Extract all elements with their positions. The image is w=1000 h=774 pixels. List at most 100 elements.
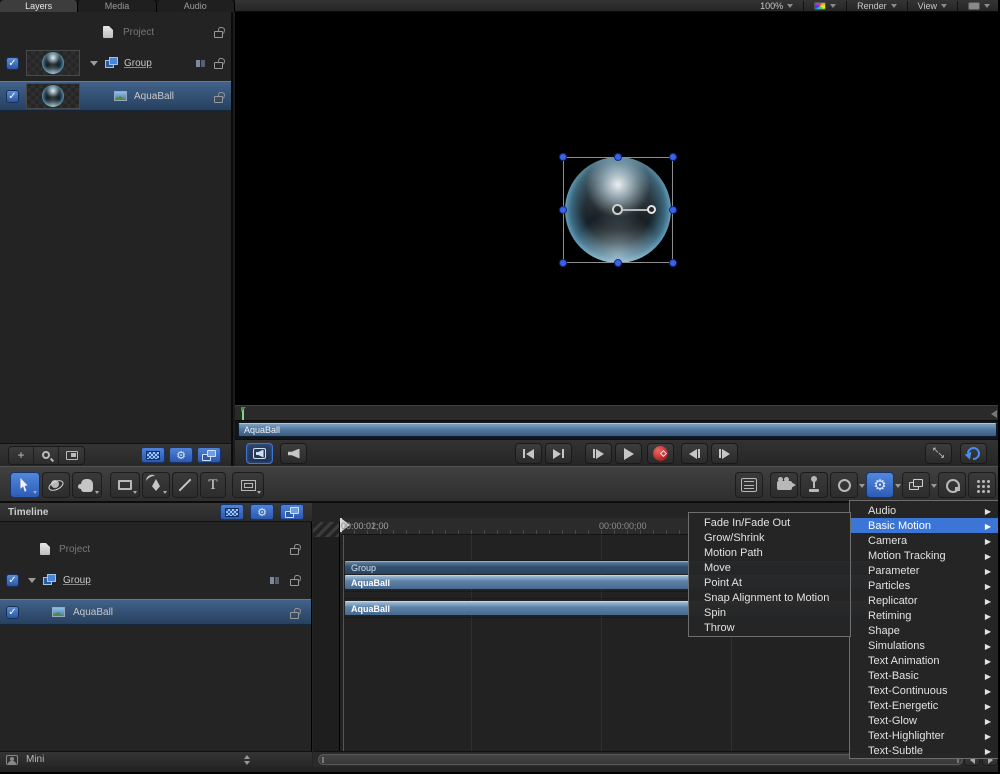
behaviors-menu-item[interactable]: Parameter xyxy=(850,563,999,578)
record-button[interactable] xyxy=(647,443,674,464)
mini-timeline-clip[interactable]: AquaBall xyxy=(238,423,997,437)
canvas[interactable] xyxy=(235,12,1000,405)
selection-handle[interactable] xyxy=(614,259,622,267)
selection-handle[interactable] xyxy=(669,206,677,214)
transform-3d-tool[interactable] xyxy=(42,472,70,498)
submenu-item[interactable]: Spin xyxy=(689,605,850,620)
blend-mode-icon[interactable] xyxy=(270,577,279,584)
show-behaviors-button[interactable]: ⚙ xyxy=(169,447,193,463)
play-from-start-button[interactable] xyxy=(585,443,612,464)
rig-button[interactable] xyxy=(800,472,828,498)
lock-icon[interactable] xyxy=(214,96,223,103)
color-channel-dropdown[interactable] xyxy=(810,2,840,10)
disclosure-triangle-icon[interactable] xyxy=(28,578,36,583)
selection-handle[interactable] xyxy=(669,259,677,267)
panel-tab[interactable]: Media xyxy=(78,0,156,12)
play-button[interactable] xyxy=(615,443,642,464)
disclosure-triangle-icon[interactable] xyxy=(90,61,98,66)
paint-stroke-tool[interactable] xyxy=(172,472,198,498)
loop-playback-button[interactable] xyxy=(960,443,987,464)
submenu-item[interactable]: Snap Alignment to Motion xyxy=(689,590,850,605)
rotation-handle[interactable] xyxy=(647,205,656,214)
lock-icon[interactable] xyxy=(214,62,223,69)
behaviors-menu-item[interactable]: Basic Motion xyxy=(850,518,999,533)
behaviors-menu-item[interactable]: Audio xyxy=(850,503,999,518)
submenu-item[interactable]: Throw xyxy=(689,620,850,635)
show-masks-button[interactable] xyxy=(141,447,165,463)
lock-icon[interactable] xyxy=(290,579,299,586)
timeline-row-group[interactable]: ✓ Group xyxy=(0,567,311,593)
go-to-end-button[interactable] xyxy=(545,443,572,464)
select-tool[interactable] xyxy=(10,472,40,498)
selection-handle[interactable] xyxy=(614,153,622,161)
timeline-show-behaviors-button[interactable]: ⚙ xyxy=(250,504,274,520)
step-forward-button[interactable] xyxy=(711,443,738,464)
timeline-scrubber[interactable] xyxy=(235,405,1000,421)
show-audio-button[interactable] xyxy=(246,443,273,464)
lock-icon[interactable] xyxy=(290,548,299,555)
zoom-level-dropdown[interactable]: 100% xyxy=(756,1,797,11)
behaviors-menu-item[interactable]: Particles xyxy=(850,578,999,593)
aquaball-checkbox[interactable]: ✓ xyxy=(6,90,19,103)
timeline-row-aquaball[interactable]: ✓ AquaBall xyxy=(0,599,311,625)
playhead-marker[interactable] xyxy=(242,407,244,420)
submenu-item[interactable]: Point At xyxy=(689,575,850,590)
selection-handle[interactable] xyxy=(559,206,567,214)
view-dropdown[interactable]: View xyxy=(914,1,951,11)
show-filters-button[interactable] xyxy=(197,447,221,463)
behaviors-menu-item[interactable]: Shape xyxy=(850,623,999,638)
hud-button[interactable] xyxy=(735,472,763,498)
submenu-item[interactable]: Grow/Shrink xyxy=(689,530,850,545)
group-checkbox[interactable]: ✓ xyxy=(6,574,19,587)
behaviors-menu-item[interactable]: Motion Tracking xyxy=(850,548,999,563)
track-size-selector[interactable] xyxy=(244,755,251,765)
generator-button[interactable] xyxy=(830,472,858,498)
add-filter-button[interactable] xyxy=(902,472,930,498)
selection-handle[interactable] xyxy=(669,153,677,161)
behaviors-menu-item[interactable]: Camera xyxy=(850,533,999,548)
background-dropdown[interactable] xyxy=(964,2,994,10)
step-back-button[interactable] xyxy=(681,443,708,464)
go-to-start-button[interactable] xyxy=(515,443,542,464)
mute-button[interactable] xyxy=(280,443,307,464)
shape-tool[interactable] xyxy=(110,472,140,498)
behaviors-menu-item[interactable]: Text-Energetic xyxy=(850,698,999,713)
behaviors-menu-item[interactable]: Replicator xyxy=(850,593,999,608)
fullscreen-button[interactable]: ↖↘ xyxy=(925,443,952,464)
mask-tool[interactable] xyxy=(232,472,264,498)
timeline-row-project[interactable]: Project xyxy=(0,537,311,561)
behaviors-menu-item[interactable]: Text-Glow xyxy=(850,713,999,728)
add-layer-button[interactable]: + xyxy=(9,447,34,464)
search-button[interactable] xyxy=(34,447,59,464)
layers-row-group[interactable]: ✓ Group xyxy=(0,48,231,78)
anchor-point[interactable] xyxy=(612,204,623,215)
lock-icon[interactable] xyxy=(290,612,299,619)
submenu-item[interactable]: Fade In/Fade Out xyxy=(689,515,850,530)
make-particles-button[interactable] xyxy=(938,472,966,498)
selection-handle[interactable] xyxy=(559,153,567,161)
behaviors-menu-item[interactable]: Text Animation xyxy=(850,653,999,668)
layers-row-project[interactable]: Project xyxy=(0,20,231,44)
panel-tab[interactable]: Audio xyxy=(157,0,235,12)
blend-mode-icon[interactable] xyxy=(196,60,205,67)
behaviors-menu-item[interactable]: Text-Continuous xyxy=(850,683,999,698)
behaviors-menu-item[interactable]: Text-Basic xyxy=(850,668,999,683)
selection-handle[interactable] xyxy=(559,259,567,267)
layers-row-aquaball[interactable]: ✓ AquaBall xyxy=(0,81,231,111)
behaviors-menu-item[interactable]: Text-Subtle xyxy=(850,743,999,758)
pan-tool[interactable] xyxy=(72,472,102,498)
replicate-button[interactable] xyxy=(968,472,996,498)
behaviors-menu-item[interactable]: Simulations xyxy=(850,638,999,653)
submenu-item[interactable]: Motion Path xyxy=(689,545,850,560)
bezier-tool[interactable] xyxy=(142,472,170,498)
camera-button[interactable] xyxy=(770,472,798,498)
filmstrip-view-button[interactable] xyxy=(59,447,84,464)
scrollbar-grip-left[interactable] xyxy=(322,757,324,763)
submenu-item[interactable]: Move xyxy=(689,560,850,575)
group-checkbox[interactable]: ✓ xyxy=(6,57,19,70)
add-behavior-button[interactable]: ⚙ xyxy=(866,472,894,498)
timeline-show-masks-button[interactable] xyxy=(220,504,244,520)
timeline-show-filters-button[interactable] xyxy=(280,504,304,520)
text-tool[interactable]: T xyxy=(200,472,226,498)
behaviors-menu-item[interactable]: Retiming xyxy=(850,608,999,623)
